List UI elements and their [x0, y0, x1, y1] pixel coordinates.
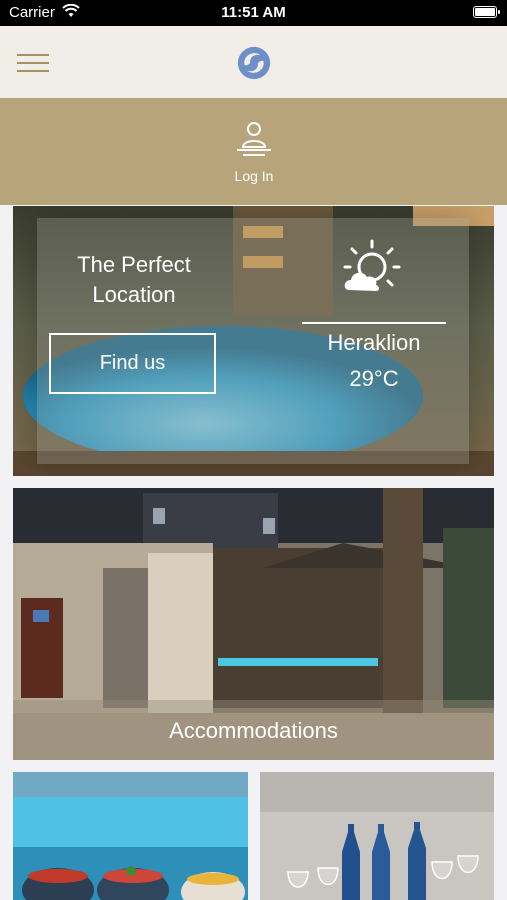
- location-title-line-1: The Perfect: [77, 252, 191, 277]
- status-bar: Carrier 11:51 AM: [0, 0, 507, 26]
- glasses-bottles-image: [260, 772, 494, 900]
- location-title-line-2: Location: [92, 282, 176, 307]
- dining-card[interactable]: [13, 772, 248, 900]
- hamburger-menu-icon[interactable]: [17, 54, 49, 74]
- partly-cloudy-sun-icon: [343, 239, 401, 291]
- login-label: Log In: [234, 168, 274, 184]
- user-icon: [237, 122, 271, 156]
- events-card[interactable]: [260, 772, 494, 900]
- find-us-button[interactable]: Find us: [49, 333, 216, 394]
- location-card[interactable]: The Perfect Location Find us Heraklion 2…: [13, 206, 494, 476]
- accommodations-card[interactable]: Accommodations: [13, 488, 494, 760]
- nav-bar: [0, 26, 507, 98]
- battery-icon: [473, 6, 500, 18]
- login-band: Log In: [0, 98, 507, 205]
- food-bowls-image: [13, 772, 248, 900]
- weather-temperature: 29°C: [349, 366, 399, 391]
- weather-city: Heraklion: [327, 330, 421, 355]
- weather-divider: [302, 322, 446, 324]
- clock: 11:51 AM: [221, 4, 286, 21]
- accommodations-label: Accommodations: [169, 718, 338, 743]
- location-title: The Perfect Location: [49, 250, 219, 310]
- swirl-logo-icon[interactable]: [235, 43, 273, 83]
- login-button[interactable]: Log In: [213, 116, 295, 188]
